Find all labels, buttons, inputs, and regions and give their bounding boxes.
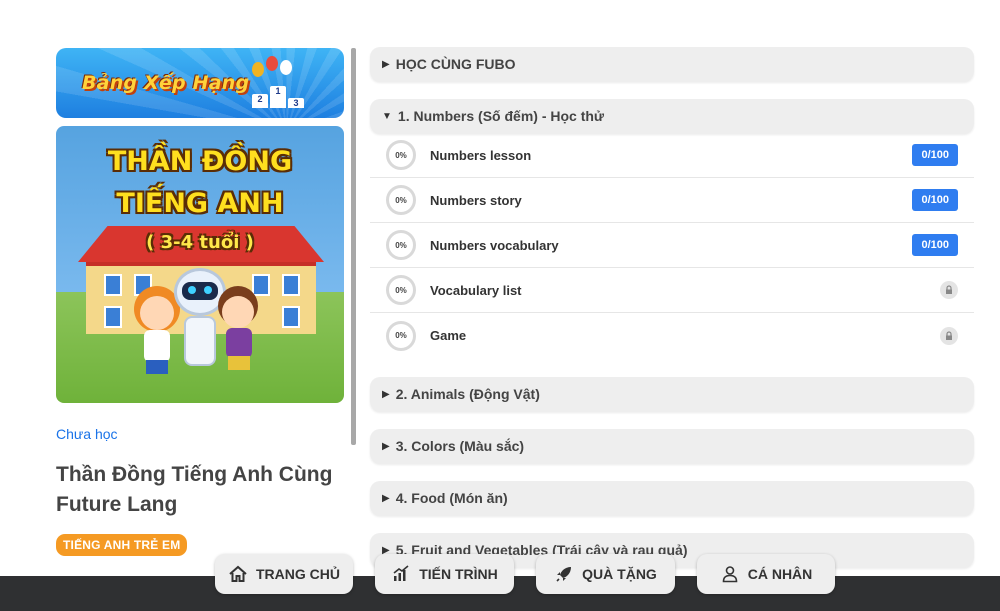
caret-right-icon: ▶ [382, 388, 390, 400]
girl-shorts [146, 360, 168, 374]
course-status: Chưa học [56, 426, 118, 442]
robot-eye [204, 286, 212, 294]
caret-right-icon: ▶ [382, 440, 390, 452]
nav-gifts-button[interactable]: QUÀ TẶNG [536, 554, 675, 594]
nav-progress-button[interactable]: TIẾN TRÌNH [375, 554, 514, 594]
progress-ring: 0% [386, 320, 416, 351]
balloon-icon [280, 60, 292, 75]
girl-face [140, 296, 174, 330]
nav-progress-label: TIẾN TRÌNH [419, 566, 498, 582]
curriculum-panel: ▶ HỌC CÙNG FUBO ▼ 1. Numbers (Số đếm) - … [370, 46, 974, 567]
lesson-name: Numbers story [430, 192, 522, 208]
boy-shorts [228, 356, 250, 370]
caret-right-icon: ▶ [382, 58, 390, 70]
nav-home-label: TRANG CHỦ [256, 566, 340, 582]
lesson-row-numbers-story[interactable]: 0% Numbers story 0/100 [370, 178, 974, 223]
course-title: Thần Đồng Tiếng Anh Cùng Future Lang [56, 463, 333, 516]
podium-icon: 2 1 3 [252, 86, 304, 108]
lesson-name: Numbers lesson [430, 147, 532, 163]
podium-first: 1 [270, 86, 286, 108]
nav-gifts-label: QUÀ TẶNG [582, 566, 657, 582]
thumbnail-title-line1: THẦN ĐỒNG [107, 146, 293, 177]
section-label: HỌC CÙNG FUBO [395, 56, 516, 72]
robot-body [184, 316, 216, 366]
score-badge[interactable]: 0/100 [912, 234, 958, 256]
section-hoc-cung-fubo[interactable]: ▶ HỌC CÙNG FUBO [370, 47, 974, 81]
section-numbers[interactable]: ▼ 1. Numbers (Số đếm) - Học thử [370, 99, 974, 133]
nav-profile-button[interactable]: CÁ NHÂN [697, 554, 835, 594]
window [282, 306, 300, 328]
left-panel-scrollbar[interactable] [351, 48, 356, 445]
boy-face [222, 296, 254, 328]
window [104, 274, 122, 296]
balloon-icon [252, 62, 264, 77]
caret-down-icon: ▼ [382, 110, 392, 122]
progress-ring: 0% [386, 230, 416, 260]
leaderboard-banner[interactable]: Bảng Xếp Hạng 2 1 3 [56, 48, 344, 118]
window [282, 274, 300, 296]
section-label: 1. Numbers (Số đếm) - Học thử [397, 108, 605, 124]
lesson-name: Numbers vocabulary [430, 237, 559, 253]
progress-ring: 0% [386, 140, 416, 170]
score-badge[interactable]: 0/100 [912, 189, 958, 211]
leaderboard-label: Bảng Xếp Hạng [82, 72, 250, 94]
section-animals[interactable]: ▶ 2. Animals (Động Vật) [370, 377, 974, 411]
boy-shirt [226, 328, 252, 358]
home-icon [229, 565, 247, 582]
section-label: 3. Colors (Màu sắc) [395, 438, 525, 454]
robot-eye [188, 286, 196, 294]
user-icon [722, 566, 738, 583]
thumbnail-title-line2: TIẾNG ANH [116, 188, 284, 219]
lesson-row-game[interactable]: 0% Game [370, 313, 974, 358]
course-category-tag[interactable]: TIẾNG ANH TRẺ EM [56, 534, 188, 556]
podium-third: 3 [288, 98, 304, 108]
rocket-icon [556, 567, 572, 582]
window [104, 306, 122, 328]
progress-ring: 0% [386, 185, 416, 215]
lesson-name: Vocabulary list [430, 282, 522, 298]
caret-right-icon: ▶ [382, 492, 390, 504]
lock-icon [940, 326, 958, 345]
nav-profile-label: CÁ NHÂN [747, 566, 813, 582]
section-colors[interactable]: ▶ 3. Colors (Màu sắc) [370, 429, 974, 463]
thumbnail-age-range: ( 3-4 tuổi ) [146, 232, 254, 253]
lesson-name: Game [430, 328, 467, 343]
balloon-icon [266, 56, 278, 71]
section-label: 2. Animals (Động Vật) [395, 386, 540, 402]
lesson-row-numbers-vocabulary[interactable]: 0% Numbers vocabulary 0/100 [370, 223, 974, 268]
score-badge[interactable]: 0/100 [912, 144, 958, 166]
lock-icon [940, 281, 958, 299]
section-food[interactable]: ▶ 4. Food (Món ăn) [370, 481, 974, 515]
lesson-list: 0% Numbers lesson 0/100 0% Numbers story… [370, 133, 974, 358]
lesson-row-numbers-lesson[interactable]: 0% Numbers lesson 0/100 [370, 133, 974, 178]
girl-shirt [144, 330, 170, 362]
course-thumbnail[interactable]: THẦN ĐỒNG TIẾNG ANH ( 3-4 tuổi ) [56, 126, 344, 403]
podium-second: 2 [252, 94, 268, 108]
left-panel: Bảng Xếp Hạng 2 1 3 THẦN ĐỒNG TIẾNG ANH … [56, 48, 344, 556]
nav-home-button[interactable]: TRANG CHỦ [215, 554, 353, 594]
progress-ring: 0% [386, 275, 416, 305]
lesson-row-vocabulary-list[interactable]: 0% Vocabulary list [370, 268, 974, 313]
window [252, 274, 270, 296]
section-label: 4. Food (Món ăn) [395, 490, 508, 506]
chart-icon [393, 565, 409, 581]
